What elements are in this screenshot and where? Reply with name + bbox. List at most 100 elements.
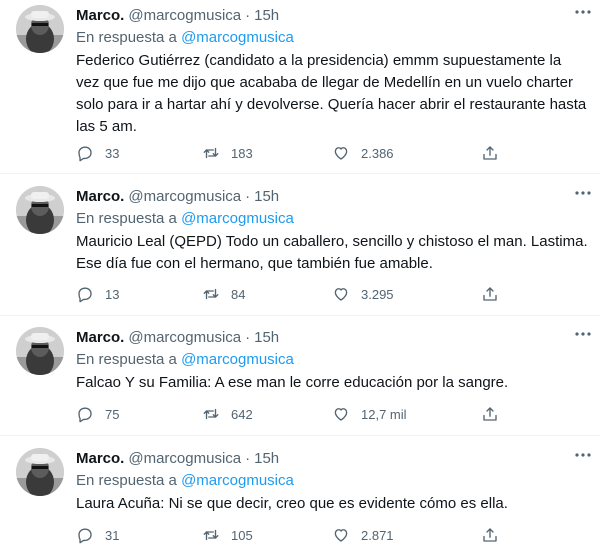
avatar-image <box>16 186 64 234</box>
share-icon <box>483 528 497 542</box>
avatar[interactable] <box>16 5 64 53</box>
tweet-text: Mauricio Leal (QEPD) Todo un caballero, … <box>76 233 588 272</box>
reply-icon <box>78 528 92 544</box>
avatar[interactable] <box>16 448 64 496</box>
heart-icon <box>334 288 348 301</box>
tweet[interactable]: Marco. @marcogmusica · 15h En respuesta … <box>0 0 600 174</box>
reply-count: 75 <box>105 406 120 422</box>
tweet-text: Laura Acuña: Ni se que decir, creo que e… <box>76 495 508 512</box>
user-handle[interactable]: @marcogmusica <box>128 329 241 346</box>
more-options-icon[interactable] <box>574 326 592 342</box>
reply-icon <box>78 287 92 303</box>
retweet-button[interactable]: 183 <box>202 143 253 163</box>
user-handle[interactable]: @marcogmusica <box>128 7 241 24</box>
reply-button[interactable]: 33 <box>76 143 119 163</box>
retweet-count: 84 <box>231 286 246 302</box>
retweet-icon <box>203 529 219 541</box>
user-handle[interactable]: @marcogmusica <box>128 450 241 467</box>
display-name[interactable]: Marco. <box>76 7 124 24</box>
tweet-header: Marco. @marcogmusica · 15h <box>76 4 588 26</box>
reply-button[interactable]: 13 <box>76 284 119 304</box>
tweet-text: Federico Gutiérrez (candidato a la presi… <box>76 52 587 135</box>
avatar[interactable] <box>16 327 64 375</box>
reply-prefix: En respuesta a <box>76 210 182 227</box>
avatar[interactable] <box>16 186 64 234</box>
reply-count: 13 <box>105 286 120 302</box>
reply-mention-link[interactable]: @marcogmusica <box>181 472 294 489</box>
display-name[interactable]: Marco. <box>76 329 124 346</box>
retweet-button[interactable]: 105 <box>202 525 253 545</box>
avatar-image <box>16 327 64 375</box>
display-name[interactable]: Marco. <box>76 450 124 467</box>
like-count: 2.871 <box>361 527 394 543</box>
like-button[interactable]: 2.386 <box>332 143 394 163</box>
tweet[interactable]: Marco. @marcogmusica · 15h En respuesta … <box>0 322 600 436</box>
reply-context: En respuesta a @marcogmusica <box>76 471 588 491</box>
like-count: 3.295 <box>361 286 394 302</box>
share-button[interactable] <box>481 525 499 545</box>
share-button[interactable] <box>481 143 499 163</box>
reply-button[interactable]: 31 <box>76 525 119 545</box>
tweet-actions: 75 642 12,7 mil <box>76 404 600 424</box>
tweet-header: Marco. @marcogmusica · 15h <box>76 447 588 469</box>
heart-icon <box>334 147 348 160</box>
like-button[interactable]: 3.295 <box>332 284 394 304</box>
reply-context: En respuesta a @marcogmusica <box>76 350 588 370</box>
like-count: 2.386 <box>361 145 394 161</box>
more-options-icon[interactable] <box>574 4 592 20</box>
reply-prefix: En respuesta a <box>76 29 182 46</box>
retweet-count: 105 <box>231 527 253 543</box>
like-button[interactable]: 2.871 <box>332 525 394 545</box>
share-icon <box>483 407 497 421</box>
reply-mention-link[interactable]: @marcogmusica <box>181 210 294 227</box>
separator-dot: · <box>245 6 251 24</box>
tweet-actions: 33 183 2.386 <box>76 143 600 163</box>
reply-prefix: En respuesta a <box>76 351 182 368</box>
more-options-icon[interactable] <box>574 447 592 463</box>
avatar-image <box>16 5 64 53</box>
tweet[interactable]: Marco. @marcogmusica · 15h En respuesta … <box>0 181 600 316</box>
tweet-actions: 13 84 3.295 <box>76 284 600 304</box>
retweet-button[interactable]: 84 <box>202 284 245 304</box>
share-icon <box>483 146 497 160</box>
reply-count: 33 <box>105 145 120 161</box>
tweet-header: Marco. @marcogmusica · 15h <box>76 185 588 207</box>
more-options-icon[interactable] <box>574 185 592 201</box>
separator-dot: · <box>245 328 251 346</box>
tweet-text: Falcao Y su Familia: A ese man le corre … <box>76 374 509 391</box>
tweet-content: Marco. @marcogmusica · 15h En respuesta … <box>76 326 588 394</box>
tweet-content: Marco. @marcogmusica · 15h En respuesta … <box>76 185 588 275</box>
reply-context: En respuesta a @marcogmusica <box>76 209 588 229</box>
share-button[interactable] <box>481 284 499 304</box>
retweet-count: 642 <box>231 406 253 422</box>
timestamp[interactable]: 15h <box>254 450 279 467</box>
reply-prefix: En respuesta a <box>76 472 182 489</box>
timestamp[interactable]: 15h <box>254 7 279 24</box>
reply-context: En respuesta a @marcogmusica <box>76 28 588 48</box>
separator-dot: · <box>245 187 251 205</box>
like-count: 12,7 mil <box>361 406 407 422</box>
reply-button[interactable]: 75 <box>76 404 119 424</box>
reply-mention-link[interactable]: @marcogmusica <box>181 351 294 368</box>
retweet-icon <box>203 408 219 420</box>
like-button[interactable]: 12,7 mil <box>332 404 407 424</box>
retweet-icon <box>203 147 219 159</box>
share-button[interactable] <box>481 404 499 424</box>
tweet-feed: Marco. @marcogmusica · 15h En respuesta … <box>0 0 615 549</box>
avatar-image <box>16 448 64 496</box>
reply-mention-link[interactable]: @marcogmusica <box>181 29 294 46</box>
reply-icon <box>78 146 92 162</box>
timestamp[interactable]: 15h <box>254 188 279 205</box>
tweet[interactable]: Marco. @marcogmusica · 15h En respuesta … <box>0 443 600 549</box>
retweet-icon <box>203 288 219 300</box>
heart-icon <box>334 529 348 542</box>
retweet-button[interactable]: 642 <box>202 404 253 424</box>
heart-icon <box>334 408 348 421</box>
reply-count: 31 <box>105 527 120 543</box>
display-name[interactable]: Marco. <box>76 188 124 205</box>
tweet-actions: 31 105 2.871 <box>76 525 600 545</box>
user-handle[interactable]: @marcogmusica <box>128 188 241 205</box>
timestamp[interactable]: 15h <box>254 329 279 346</box>
tweet-header: Marco. @marcogmusica · 15h <box>76 326 588 348</box>
separator-dot: · <box>245 449 251 467</box>
